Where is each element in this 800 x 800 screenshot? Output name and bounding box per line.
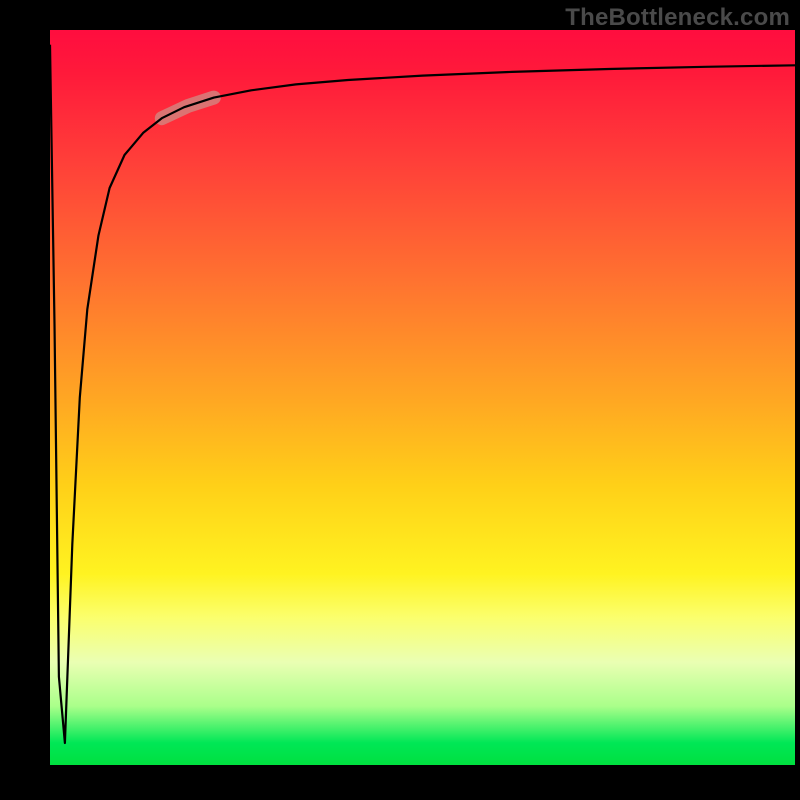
bottleneck-curve <box>50 45 795 743</box>
plot-area <box>50 30 795 765</box>
watermark-text: TheBottleneck.com <box>565 4 790 32</box>
curve-layer <box>50 30 795 765</box>
chart-frame: TheBottleneck.com <box>0 0 800 800</box>
